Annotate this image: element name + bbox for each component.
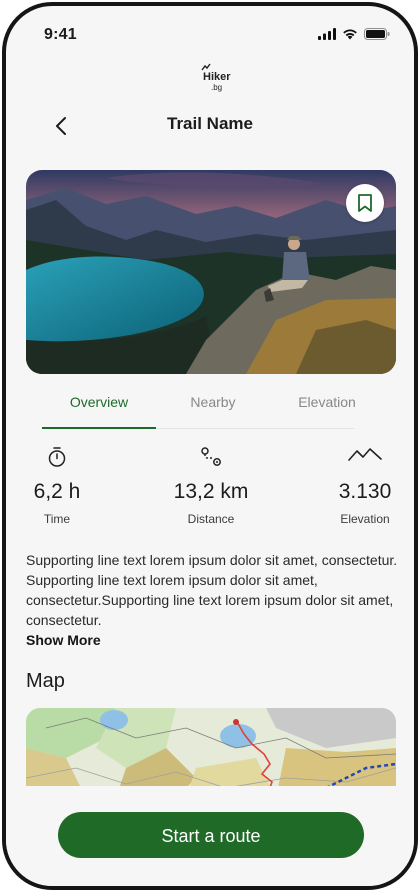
battery-icon [364, 28, 390, 40]
tab-elevation[interactable]: Elevation [270, 384, 384, 428]
stat-distance-label: Distance [187, 512, 235, 526]
bottom-action-bar: Start a route [6, 786, 414, 886]
svg-text:.bg: .bg [211, 83, 222, 92]
stat-distance: 13,2 km Distance [156, 446, 266, 526]
wifi-icon [343, 29, 357, 40]
trail-hero-image [26, 170, 396, 374]
trail-description: Supporting line text lorem ipsum dolor s… [26, 552, 398, 628]
mountain-icon [348, 448, 382, 461]
tab-overview[interactable]: Overview [42, 384, 156, 428]
cellular-signal-icon [318, 28, 336, 40]
header: Trail Name [6, 106, 414, 146]
bookmark-button[interactable] [346, 184, 384, 222]
stat-elevation-value: 3.130 [338, 480, 392, 503]
app-logo: Hiker .bg [194, 58, 234, 98]
trail-tabs: Overview Nearby Elevation [42, 384, 356, 429]
show-more-link[interactable]: Show More [26, 632, 101, 648]
stat-time: 6,2 h Time [6, 446, 112, 526]
map-section-title: Map [26, 670, 65, 692]
stat-elevation-label: Elevation [340, 512, 390, 526]
stat-elevation: 3.130 Elevation [310, 446, 414, 526]
status-bar: 9:41 [6, 6, 414, 62]
bookmark-icon [358, 194, 372, 212]
stopwatch-icon [48, 447, 66, 467]
phone-frame: 9:41 Hiker .bg Trail Name Overview Nearb… [2, 2, 418, 890]
tab-nearby[interactable]: Nearby [156, 384, 270, 428]
start-route-button[interactable]: Start a route [58, 812, 364, 858]
route-icon [201, 447, 221, 466]
trail-map[interactable] [26, 708, 396, 798]
page-title: Trail Name [167, 114, 253, 133]
stat-time-value: 6,2 h [33, 480, 81, 503]
stat-time-label: Time [43, 512, 71, 526]
status-time: 9:41 [44, 26, 77, 43]
status-icons [318, 28, 390, 40]
tab-indicator [42, 427, 156, 429]
stat-distance-value: 13,2 km [173, 480, 249, 503]
trail-stats: 6,2 h Time 13,2 km Distance 3.130 Elevat… [26, 446, 396, 536]
svg-text:Hiker: Hiker [203, 71, 231, 83]
